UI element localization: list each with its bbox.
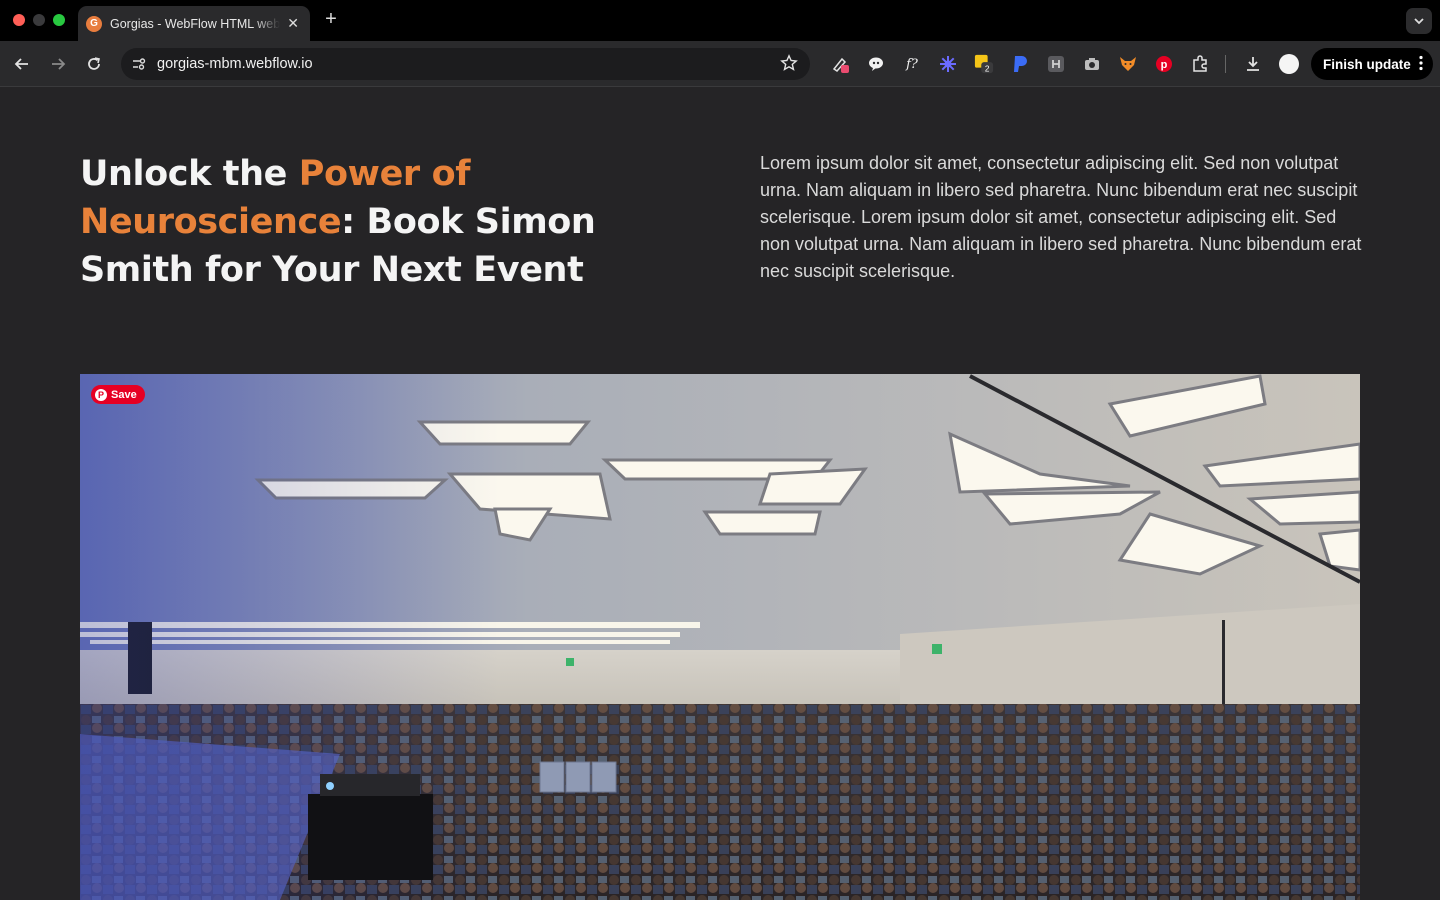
save-label: Save [111,388,137,401]
svg-text:p: p [1161,59,1168,71]
back-arrow-icon[interactable] [10,52,34,76]
pinterest-logo-icon: P [95,388,107,401]
close-window-button[interactable] [13,14,25,26]
forward-arrow-icon[interactable] [46,52,70,76]
heading-extension-icon[interactable] [1046,54,1066,74]
fox-extension-icon[interactable] [1118,54,1138,74]
tab-favicon-icon: G [86,15,102,32]
reload-icon[interactable] [82,52,106,76]
url-text: gorgias-mbm.webflow.io [157,56,313,72]
profile-avatar[interactable] [1279,54,1299,74]
chat-extension-icon[interactable] [866,54,886,74]
tab-title: Gorgias - WebFlow HTML website [110,16,281,31]
hero-heading-part1: Unlock the [80,154,299,194]
toolbar-separator [1225,55,1226,73]
hero-heading: Unlock the Power of Neuroscience: Book S… [80,150,700,294]
more-menu-icon[interactable] [1419,55,1423,74]
pinterest-save-button[interactable]: P Save [91,385,145,404]
minimize-window-button[interactable] [33,14,45,26]
paypal-extension-icon[interactable] [1010,54,1030,74]
tab-search-chevron-icon[interactable] [1406,8,1432,34]
finish-update-button[interactable]: Finish update [1311,48,1433,80]
browser-titlebar: G Gorgias - WebFlow HTML website ✕ + [0,0,1440,41]
pinterest-extension-icon[interactable]: p [1154,54,1174,74]
eyedropper-extension-icon[interactable] [830,54,850,74]
maximize-window-button[interactable] [53,14,65,26]
font-extension-icon[interactable]: f? [902,54,922,74]
address-bar[interactable]: gorgias-mbm.webflow.io [121,48,810,80]
notes-extension-icon[interactable]: 2 [974,54,994,74]
bookmark-star-icon[interactable] [780,54,798,77]
tab-close-icon[interactable]: ✕ [284,15,302,32]
conference-hall-photo [80,374,1360,900]
sunburst-extension-icon[interactable] [938,54,958,74]
download-icon[interactable] [1243,54,1263,74]
browser-toolbar: gorgias-mbm.webflow.io f? 2 p [0,41,1440,87]
conference-hall-illustration [80,374,1360,900]
svg-text:2: 2 [985,64,990,73]
site-info-icon[interactable] [129,54,149,74]
browser-tab[interactable]: G Gorgias - WebFlow HTML website ✕ [78,6,310,41]
camera-extension-icon[interactable] [1082,54,1102,74]
extensions-puzzle-icon[interactable] [1190,54,1210,74]
finish-update-label: Finish update [1323,56,1411,72]
new-tab-icon[interactable]: + [320,8,342,31]
hero-description: Lorem ipsum dolor sit amet, consectetur … [760,153,1362,281]
